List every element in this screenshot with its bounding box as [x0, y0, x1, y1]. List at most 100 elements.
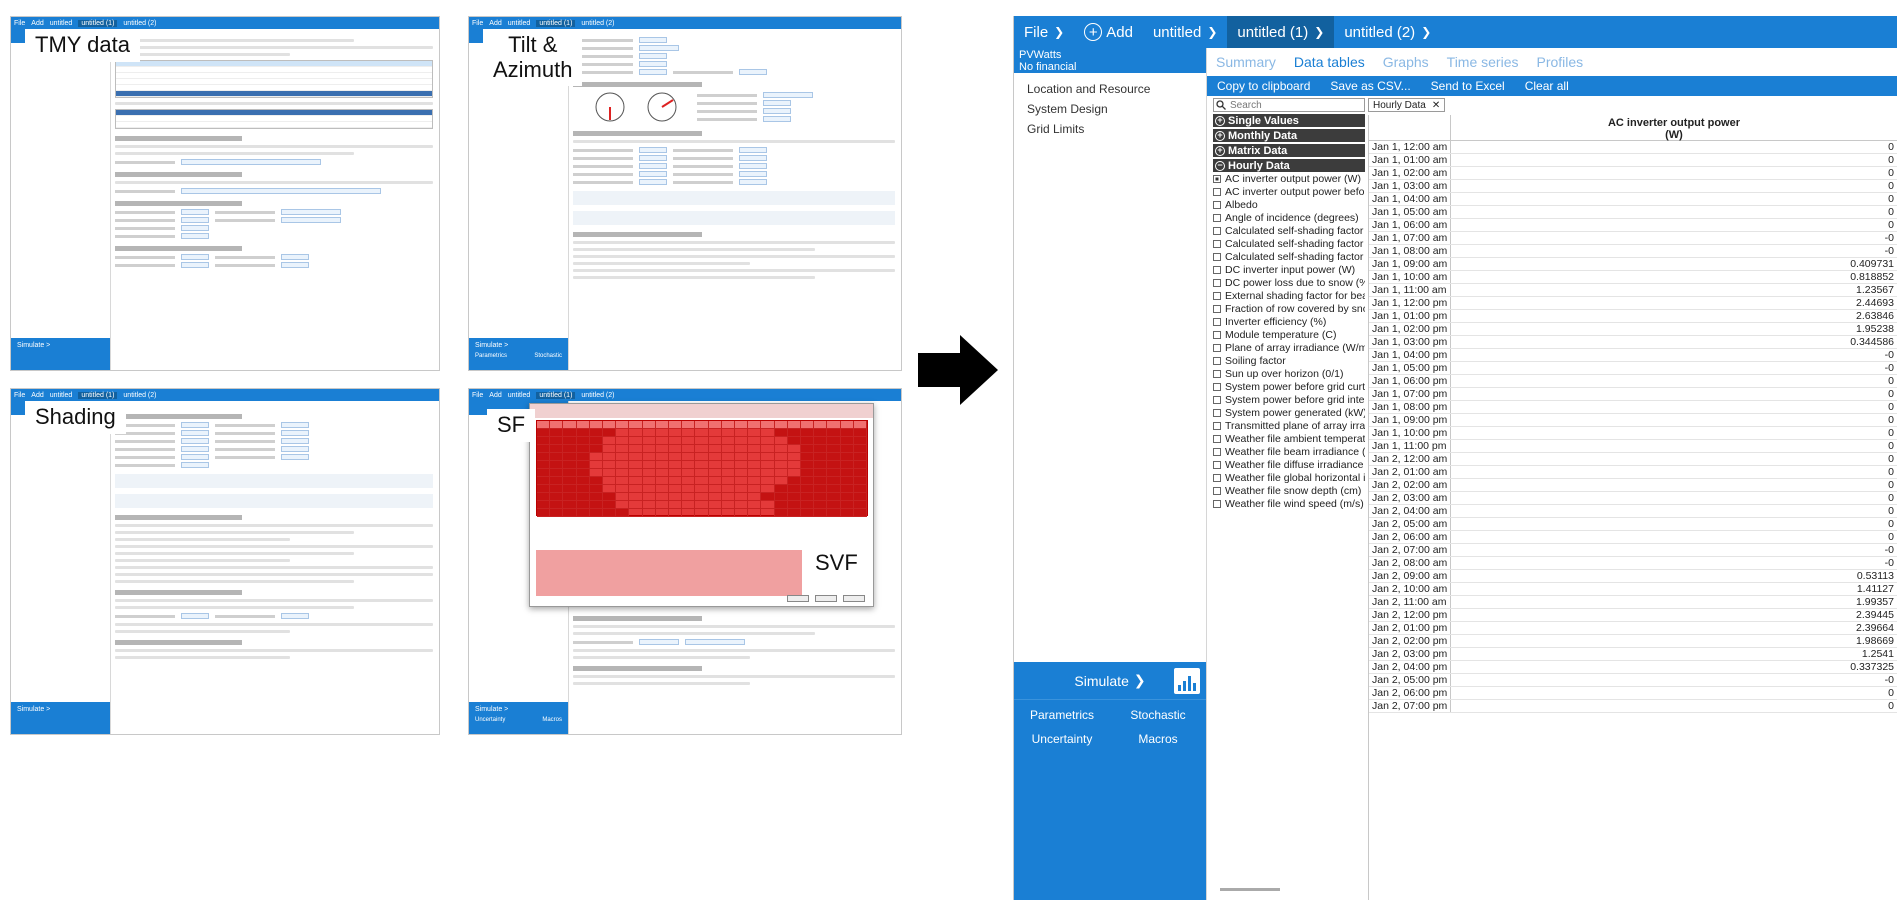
- variable-checkbox[interactable]: [1213, 252, 1221, 261]
- row-value[interactable]: 0: [1451, 206, 1897, 218]
- simulate-block[interactable]: Simulate >: [11, 702, 110, 734]
- table-row[interactable]: Jan 1, 12:00 pm 2.44693: [1369, 297, 1897, 310]
- variable-group-header[interactable]: + Monthly Data: [1213, 129, 1365, 142]
- performance-model-label[interactable]: PVWatts: [1014, 48, 1206, 61]
- sidebar-item-location-resource[interactable]: Location and Resource: [1014, 79, 1206, 99]
- clear-all-button[interactable]: Clear all: [1515, 79, 1579, 93]
- close-icon[interactable]: ✕: [1432, 100, 1440, 111]
- simulate-block[interactable]: Simulate > Parametrics Stochastic: [469, 338, 568, 370]
- tab-data-tables[interactable]: Data tables: [1285, 54, 1374, 70]
- row-value[interactable]: 0.818852: [1451, 271, 1897, 283]
- row-value[interactable]: 0: [1451, 388, 1897, 400]
- variable-checkbox[interactable]: [1213, 278, 1221, 287]
- table-row[interactable]: Jan 1, 07:00 am -0: [1369, 232, 1897, 245]
- variable-checkbox[interactable]: [1213, 408, 1221, 417]
- results-chart-icon[interactable]: [1174, 668, 1200, 694]
- variable-list-item[interactable]: Transmitted plane of array irradianc: [1213, 419, 1365, 432]
- shading-heatmap[interactable]: [536, 420, 868, 517]
- variable-checkbox[interactable]: [1213, 291, 1221, 300]
- tab-summary[interactable]: Summary: [1207, 54, 1285, 70]
- table-row[interactable]: Jan 2, 04:00 pm 0.337325: [1369, 661, 1897, 674]
- add-button[interactable]: + Add: [1074, 16, 1143, 48]
- row-value[interactable]: -0: [1451, 349, 1897, 361]
- row-value[interactable]: 1.99357: [1451, 596, 1897, 608]
- row-value[interactable]: 0: [1451, 505, 1897, 517]
- table-row[interactable]: Jan 2, 03:00 am 0: [1369, 492, 1897, 505]
- row-value[interactable]: -0: [1451, 232, 1897, 244]
- table-row[interactable]: Jan 1, 10:00 pm 0: [1369, 427, 1897, 440]
- table-row[interactable]: Jan 2, 03:00 pm 1.2541: [1369, 648, 1897, 661]
- row-value[interactable]: 0: [1451, 466, 1897, 478]
- table-row[interactable]: Jan 1, 06:00 pm 0: [1369, 375, 1897, 388]
- table-row[interactable]: Jan 2, 12:00 am 0: [1369, 453, 1897, 466]
- table-row[interactable]: Jan 1, 10:00 am 0.818852: [1369, 271, 1897, 284]
- variable-checkbox[interactable]: [1213, 382, 1221, 391]
- row-value[interactable]: 0: [1451, 479, 1897, 491]
- variable-checkbox[interactable]: [1213, 499, 1221, 508]
- variable-list-item[interactable]: System power generated (kW): [1213, 406, 1365, 419]
- row-value[interactable]: 0: [1451, 440, 1897, 452]
- variable-list-item[interactable]: Calculated self-shading factor for b: [1213, 224, 1365, 237]
- variable-list-item[interactable]: System power before grid curtailm: [1213, 380, 1365, 393]
- variable-list-item[interactable]: Weather file snow depth (cm): [1213, 484, 1365, 497]
- case-tab[interactable]: untitled (1): [78, 19, 118, 27]
- table-row[interactable]: Jan 1, 11:00 am 1.23567: [1369, 284, 1897, 297]
- case-tab[interactable]: untitled (2): [123, 20, 156, 27]
- row-value[interactable]: 0.409731: [1451, 258, 1897, 270]
- variable-checkbox[interactable]: [1213, 174, 1221, 183]
- variable-checkbox[interactable]: [1213, 421, 1221, 430]
- row-value[interactable]: 0: [1451, 154, 1897, 166]
- case-tab[interactable]: untitled (2): [123, 392, 156, 399]
- table-row[interactable]: Jan 2, 06:00 am 0: [1369, 531, 1897, 544]
- variable-checkbox[interactable]: [1213, 447, 1221, 456]
- simulate-button[interactable]: Simulate >: [475, 342, 508, 349]
- send-to-excel-button[interactable]: Send to Excel: [1421, 79, 1515, 93]
- table-row[interactable]: Jan 2, 09:00 am 0.53113: [1369, 570, 1897, 583]
- case-tab[interactable]: untitled: [50, 20, 73, 27]
- table-row[interactable]: Jan 2, 04:00 am 0: [1369, 505, 1897, 518]
- case-tab[interactable]: untitled (2): [581, 20, 614, 27]
- variable-checkbox[interactable]: [1213, 239, 1221, 248]
- variable-checkbox[interactable]: [1213, 356, 1221, 365]
- table-row[interactable]: Jan 1, 03:00 am 0: [1369, 180, 1897, 193]
- row-value[interactable]: 0: [1451, 414, 1897, 426]
- variable-checkbox[interactable]: [1213, 317, 1221, 326]
- help-button[interactable]: [843, 595, 865, 602]
- variable-checkbox[interactable]: [1213, 369, 1221, 378]
- row-value[interactable]: 2.39664: [1451, 622, 1897, 634]
- table-row[interactable]: Jan 1, 02:00 am 0: [1369, 167, 1897, 180]
- case-tab[interactable]: untitled: [50, 392, 73, 399]
- case-tab[interactable]: untitled: [508, 392, 531, 399]
- table-row[interactable]: Jan 2, 08:00 am -0: [1369, 557, 1897, 570]
- row-value[interactable]: 0: [1451, 427, 1897, 439]
- row-value[interactable]: 1.2541: [1451, 648, 1897, 660]
- table-row[interactable]: Jan 1, 08:00 am -0: [1369, 245, 1897, 258]
- table-row[interactable]: Jan 2, 11:00 am 1.99357: [1369, 596, 1897, 609]
- row-value[interactable]: 0: [1451, 375, 1897, 387]
- table-row[interactable]: Jan 1, 04:00 pm -0: [1369, 349, 1897, 362]
- variable-checkbox[interactable]: [1213, 460, 1221, 469]
- variable-list-item[interactable]: Weather file wind speed (m/s): [1213, 497, 1365, 510]
- table-row[interactable]: Jan 2, 02:00 pm 1.98669: [1369, 635, 1897, 648]
- cancel-button[interactable]: [815, 595, 837, 602]
- table-row[interactable]: Jan 1, 12:00 am 0: [1369, 141, 1897, 154]
- variable-checkbox[interactable]: [1213, 395, 1221, 404]
- row-value[interactable]: -0: [1451, 245, 1897, 257]
- variable-list-item[interactable]: Weather file ambient temperature (: [1213, 432, 1365, 445]
- variable-list-item[interactable]: External shading factor for beam ra: [1213, 289, 1365, 302]
- table-row[interactable]: Jan 1, 03:00 pm 0.344586: [1369, 336, 1897, 349]
- row-value[interactable]: -0: [1451, 362, 1897, 374]
- table-row[interactable]: Jan 2, 05:00 pm -0: [1369, 674, 1897, 687]
- variable-checkbox[interactable]: [1213, 226, 1221, 235]
- table-row[interactable]: Jan 2, 07:00 pm 0: [1369, 700, 1897, 713]
- row-value[interactable]: 0: [1451, 141, 1897, 153]
- simulate-block[interactable]: Simulate > Uncertainty Macros: [469, 702, 568, 734]
- row-value[interactable]: 0: [1451, 518, 1897, 530]
- table-row[interactable]: Jan 2, 02:00 am 0: [1369, 479, 1897, 492]
- row-value[interactable]: 0: [1451, 531, 1897, 543]
- row-value[interactable]: 0.344586: [1451, 336, 1897, 348]
- case-tab-untitled-2[interactable]: untitled (2) ❯: [1334, 16, 1441, 48]
- case-tab[interactable]: untitled: [508, 20, 531, 27]
- variable-list-item[interactable]: DC inverter input power (W): [1213, 263, 1365, 276]
- row-value[interactable]: 0: [1451, 687, 1897, 699]
